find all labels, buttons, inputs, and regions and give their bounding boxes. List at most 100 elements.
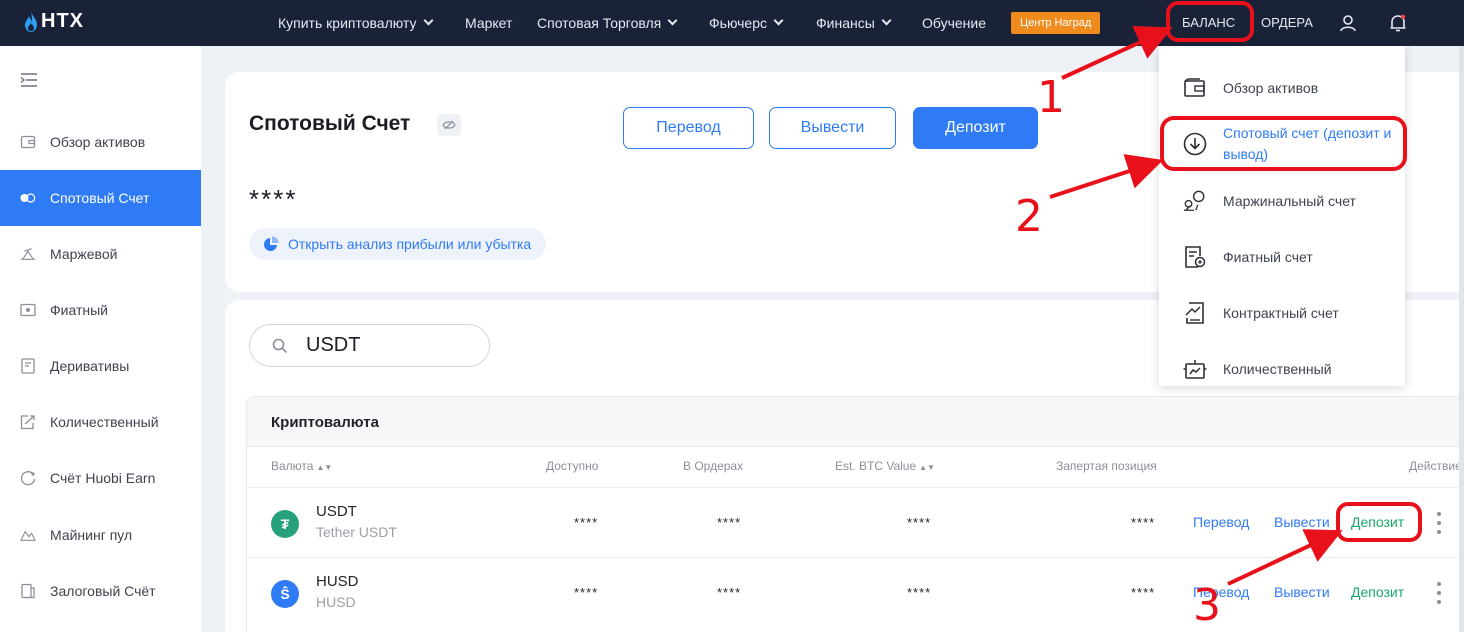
nav-balance[interactable]: БАЛАНС <box>1182 0 1235 46</box>
dropdown-item-label: Спотовый счет (депозит и вывод) <box>1223 125 1392 162</box>
nav-market[interactable]: Маркет <box>465 0 512 46</box>
dropdown-item-label: Обзор активов <box>1223 80 1319 96</box>
pnl-link-label: Открыть анализ прибыли или убытка <box>288 236 532 252</box>
quant-icon <box>20 414 36 430</box>
sidebar-item-derivatives[interactable]: Деривативы <box>0 338 201 394</box>
coin-symbol: HUSD <box>316 573 359 590</box>
crypto-table: Криптовалюта Валюта ▲▼ Доступно В Ордерах… <box>246 396 1464 632</box>
col-locked: Запертая позиция <box>1056 459 1157 473</box>
col-available: Доступно <box>546 459 599 473</box>
top-nav: HTX Купить криптовалюту Маркет Спотовая … <box>0 0 1464 46</box>
chevron-down-icon <box>881 15 892 26</box>
chevron-down-icon <box>423 15 433 26</box>
scrollbar[interactable] <box>1459 46 1464 632</box>
sidebar-item-earn[interactable]: Счёт Huobi Earn <box>0 450 201 506</box>
sidebar-item-asset-overview[interactable]: Обзор активов <box>0 114 201 170</box>
row-withdraw-link[interactable]: Вывести <box>1274 584 1330 600</box>
sidebar-item-label: Майнинг пул <box>50 527 133 543</box>
col-in-orders: В Ордерах <box>683 459 744 473</box>
table-title: Криптовалюта <box>271 414 379 431</box>
logo-text: HTX <box>41 10 84 32</box>
collateral-icon <box>20 583 36 599</box>
dropdown-item-contract-account[interactable]: Контрактный счет <box>1159 285 1405 341</box>
collapse-menu-icon[interactable] <box>20 73 38 87</box>
dropdown-item-asset-overview[interactable]: Обзор активов <box>1159 60 1405 116</box>
step-number-3: 3 <box>1193 580 1221 631</box>
user-icon[interactable] <box>1339 0 1357 46</box>
sidebar-item-spot-account[interactable]: Спотовый Счет <box>0 170 201 226</box>
sidebar-item-quant[interactable]: Количественный <box>0 394 201 450</box>
husd-coin-icon: Ŝ <box>271 580 299 608</box>
nav-learn[interactable]: Обучение <box>922 0 986 46</box>
more-options-icon[interactable] <box>1437 512 1441 534</box>
hide-balance-button[interactable] <box>437 114 461 136</box>
bell-icon[interactable] <box>1389 0 1407 46</box>
dropdown-item-label: Контрактный счет <box>1223 305 1339 321</box>
sidebar-item-fiat[interactable]: Фиатный <box>0 282 201 338</box>
search-input[interactable] <box>306 334 456 357</box>
reward-center-button[interactable]: Центр Наград <box>1011 12 1101 34</box>
row-deposit-link[interactable]: Депозит <box>1351 514 1404 530</box>
row-transfer-link[interactable]: Перевод <box>1193 514 1249 530</box>
sidebar-item-label: Обзор активов <box>50 134 146 150</box>
sidebar-item-collateral[interactable]: Залоговый Счёт <box>0 563 201 619</box>
nav-label: Маркет <box>465 15 513 31</box>
eye-off-icon <box>442 120 456 130</box>
available-value: **** <box>574 515 599 530</box>
coin-name: HUSD <box>316 594 356 610</box>
mining-icon <box>20 527 36 543</box>
deposit-button[interactable]: Депозит <box>913 107 1038 149</box>
sidebar-item-label: Залоговый Счёт <box>50 583 156 599</box>
page-title: Спотовый Счет <box>249 112 411 135</box>
col-action: Действие <box>1409 459 1462 473</box>
nav-finance[interactable]: Финансы <box>816 0 892 46</box>
nav-label: Спотовая Торговля <box>537 15 662 31</box>
locked-value: **** <box>1131 585 1156 600</box>
withdraw-button[interactable]: Вывести <box>769 107 896 149</box>
col-btc-value[interactable]: Est. BTC Value ▲▼ <box>835 459 935 473</box>
quant-robot-icon <box>1183 357 1207 381</box>
step-number-2: 2 <box>1015 191 1043 242</box>
pnl-analysis-link[interactable]: Открыть анализ прибыли или убытка <box>249 228 547 260</box>
balance-dropdown-menu: Обзор активов Спотовый счет (депозит и в… <box>1159 46 1405 386</box>
spot-icon <box>20 190 36 206</box>
nav-buy-crypto[interactable]: Купить криптовалюту <box>278 0 433 46</box>
dropdown-item-label: Маржинальный счет <box>1223 193 1356 209</box>
transfer-button[interactable]: Перевод <box>623 107 754 149</box>
download-circle-icon <box>1183 132 1207 156</box>
nav-orders[interactable]: ОРДЕРА <box>1261 0 1313 46</box>
coin-name: Tether USDT <box>316 524 397 540</box>
sort-icon: ▲▼ <box>316 463 333 472</box>
chevron-down-icon <box>773 15 784 26</box>
row-withdraw-link[interactable]: Вывести <box>1274 514 1330 530</box>
sort-icon: ▲▼ <box>919 463 935 472</box>
sidebar-item-label: Деривативы <box>50 358 130 374</box>
dropdown-item-quant[interactable]: Количественный <box>1159 341 1405 386</box>
col-currency[interactable]: Валюта ▲▼ <box>271 459 332 473</box>
sidebar-item-label: Счёт Huobi Earn <box>50 470 156 486</box>
row-deposit-link[interactable]: Депозит <box>1351 584 1404 600</box>
col-label: Est. BTC Value <box>835 459 917 473</box>
dropdown-item-fiat-account[interactable]: Фиатный счет <box>1159 229 1405 285</box>
nav-futures[interactable]: Фьючерс <box>709 0 784 46</box>
logo[interactable]: HTX <box>24 10 84 33</box>
in-orders-value: **** <box>717 515 742 530</box>
locked-value: **** <box>1131 515 1156 530</box>
earn-icon <box>20 470 36 486</box>
btc-value: **** <box>907 585 932 600</box>
col-label: Валюта <box>271 459 314 473</box>
sidebar-item-mining-pool[interactable]: Майнинг пул <box>0 507 201 563</box>
sidebar-item-label: Фиатный <box>50 302 108 318</box>
nav-spot-trading[interactable]: Спотовая Торговля <box>537 0 678 46</box>
dropdown-item-margin-account[interactable]: Маржинальный счет <box>1159 173 1405 229</box>
fiat-icon <box>20 302 36 318</box>
sidebar-item-margin[interactable]: Маржевой <box>0 226 201 282</box>
btc-value: **** <box>907 515 932 530</box>
more-options-icon[interactable] <box>1437 582 1441 604</box>
search-box[interactable] <box>249 324 490 367</box>
nav-label: Обучение <box>922 15 987 31</box>
dropdown-item-spot-account[interactable]: Спотовый счет (депозит и вывод) <box>1159 116 1405 172</box>
step-number-1: 1 <box>1037 72 1065 123</box>
usdt-coin-icon: ₮ <box>271 510 299 538</box>
nav-label: Финансы <box>816 15 875 31</box>
